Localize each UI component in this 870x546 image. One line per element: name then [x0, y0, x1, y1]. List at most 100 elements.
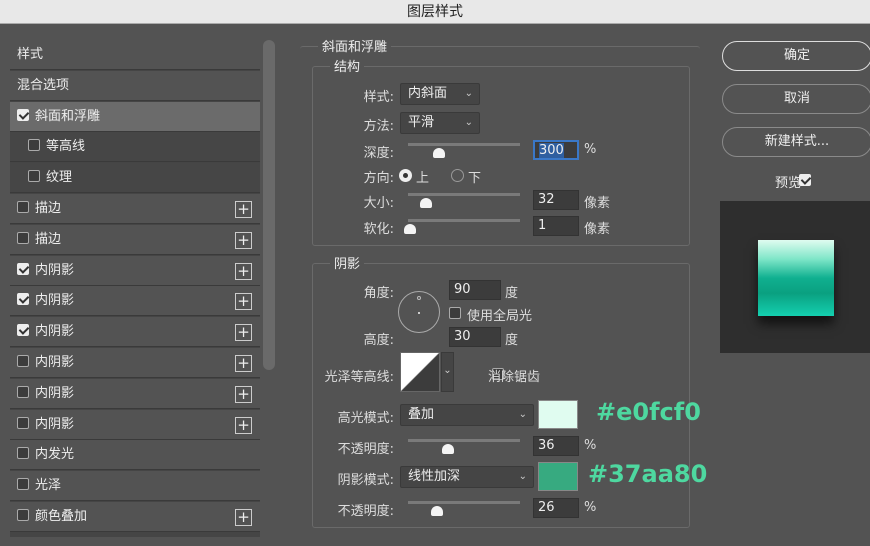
style-list: 样式 混合选项 斜面和浮雕 等高线 纹理 描边 + 描边 + 内阴影 + 内阴影 + 内阴影 + 内阴影 + 内阴…	[10, 40, 260, 537]
checkbox[interactable]	[17, 324, 29, 337]
style-list-item[interactable]: 内阴影 +	[10, 409, 260, 440]
shadow-opacity-label: 不透明度:	[337, 504, 394, 519]
style-list-item[interactable]: 描边 +	[10, 224, 260, 255]
angle-input[interactable]: 90	[449, 280, 501, 300]
checkbox[interactable]	[17, 509, 29, 521]
shadow-mode-select[interactable]: 线性加深 ⌄	[400, 466, 534, 488]
soften-slider[interactable]	[404, 219, 520, 234]
chevron-down-icon: ⌄	[518, 409, 527, 420]
checkbox[interactable]	[28, 139, 40, 152]
add-icon[interactable]: +	[235, 416, 252, 434]
shadow-opacity-thumb[interactable]	[431, 506, 444, 516]
style-list-item[interactable]: 样式	[10, 40, 260, 70]
gloss-contour-preview[interactable]	[400, 352, 440, 392]
highlight-color-swatch[interactable]	[538, 400, 578, 429]
shadow-opacity-input[interactable]: 26	[533, 498, 579, 518]
size-unit: 像素	[584, 196, 611, 211]
style-list-item[interactable]: 内阴影 +	[10, 317, 260, 348]
style-list-item-label: 内阴影	[35, 385, 75, 401]
technique-select[interactable]: 平滑 ⌄	[400, 112, 480, 134]
technique-value: 平滑	[408, 115, 435, 130]
gloss-contour-chevron-icon[interactable]: ⌄	[441, 352, 454, 392]
size-slider-thumb[interactable]	[419, 198, 432, 208]
style-list-item-label: 内阴影	[35, 293, 75, 309]
preview-checkbox[interactable]	[799, 174, 812, 186]
direction-label: 方向:	[363, 171, 394, 186]
soften-slider-thumb[interactable]	[404, 224, 417, 234]
checkbox[interactable]	[17, 447, 29, 460]
depth-value: 300	[539, 143, 564, 158]
add-icon[interactable]: +	[235, 324, 252, 342]
checkbox[interactable]	[17, 262, 29, 275]
checkbox[interactable]	[28, 170, 40, 183]
checkbox[interactable]	[17, 416, 29, 429]
window-title: 图层样式	[0, 0, 870, 24]
preview-pane	[720, 201, 870, 353]
angle-dial[interactable]	[398, 291, 440, 333]
add-icon[interactable]: +	[235, 355, 252, 372]
depth-slider-thumb[interactable]	[433, 148, 446, 158]
add-icon[interactable]: +	[235, 201, 252, 218]
direction-down-label: 下	[468, 171, 482, 186]
size-input[interactable]: 32	[533, 190, 579, 210]
shadow-opacity-slider[interactable]	[408, 501, 520, 516]
global-light-checkbox[interactable]	[449, 307, 461, 319]
checkbox[interactable]	[17, 355, 29, 367]
chevron-down-icon: ⌄	[518, 471, 527, 482]
style-list-item[interactable]: 内阴影 +	[10, 378, 260, 409]
shadow-mode-value: 线性加深	[408, 469, 461, 484]
style-list-item[interactable]: 内阴影 +	[10, 348, 260, 378]
highlight-opacity-thumb[interactable]	[442, 444, 455, 454]
direction-down-radio[interactable]	[451, 169, 464, 182]
style-select[interactable]: 内斜面 ⌄	[400, 83, 480, 105]
chevron-down-icon: ⌄	[464, 117, 473, 128]
checkbox[interactable]	[17, 478, 29, 491]
checkbox[interactable]	[17, 231, 29, 244]
altitude-unit: 度	[505, 333, 519, 348]
highlight-mode-value: 叠加	[408, 407, 435, 422]
depth-slider[interactable]	[408, 143, 520, 158]
checkbox[interactable]	[17, 385, 29, 398]
new-style-button[interactable]: 新建样式...	[722, 127, 870, 157]
style-list-item-label: 描边	[35, 201, 62, 216]
style-list-item-label: 内发光	[35, 447, 75, 463]
add-icon[interactable]: +	[235, 509, 252, 526]
angle-label: 角度:	[363, 286, 394, 301]
checkbox[interactable]	[17, 108, 29, 121]
highlight-mode-select[interactable]: 叠加 ⌄	[400, 404, 534, 426]
add-icon[interactable]: +	[235, 293, 252, 311]
checkbox[interactable]	[17, 293, 29, 306]
ok-button[interactable]: 确定	[722, 41, 870, 71]
soften-input[interactable]: 1	[533, 216, 579, 236]
direction-up-radio[interactable]	[399, 169, 412, 182]
add-icon[interactable]: +	[235, 385, 252, 403]
add-icon[interactable]: +	[235, 231, 252, 249]
style-list-item[interactable]: 光泽	[10, 471, 260, 502]
style-list-item[interactable]: 等高线	[10, 132, 260, 163]
style-list-item[interactable]: 内阴影 +	[10, 255, 260, 286]
style-list-item[interactable]: 纹理	[10, 163, 260, 194]
chevron-down-icon: ⌄	[464, 88, 473, 99]
checkbox[interactable]	[17, 201, 29, 213]
style-list-item[interactable]: 混合选项	[10, 70, 260, 101]
style-list-item[interactable]: 内发光	[10, 440, 260, 471]
shadow-color-swatch[interactable]	[538, 462, 578, 491]
depth-input[interactable]: 300	[533, 140, 579, 160]
anti-alias-label: 消除锯齿	[488, 370, 541, 385]
bevel-title: 斜面和浮雕	[318, 36, 392, 55]
style-list-item[interactable]: 颜色叠加 +	[10, 502, 260, 532]
style-list-item[interactable]: 内阴影 +	[10, 286, 260, 317]
highlight-opacity-slider[interactable]	[408, 439, 520, 454]
style-list-scrollbar[interactable]	[263, 40, 275, 370]
depth-label: 深度:	[363, 146, 394, 161]
style-list-item-label: 样式	[17, 47, 44, 62]
highlight-opacity-input[interactable]: 36	[533, 436, 579, 456]
size-slider[interactable]	[408, 193, 520, 208]
altitude-input[interactable]: 30	[449, 327, 501, 347]
highlight-opacity-unit: %	[584, 438, 597, 453]
highlight-hex-annotation: #e0fcf0	[596, 398, 701, 426]
style-list-item[interactable]: 描边 +	[10, 194, 260, 224]
style-list-item[interactable]: 斜面和浮雕	[10, 101, 260, 132]
cancel-button[interactable]: 取消	[722, 84, 870, 114]
add-icon[interactable]: +	[235, 262, 252, 280]
